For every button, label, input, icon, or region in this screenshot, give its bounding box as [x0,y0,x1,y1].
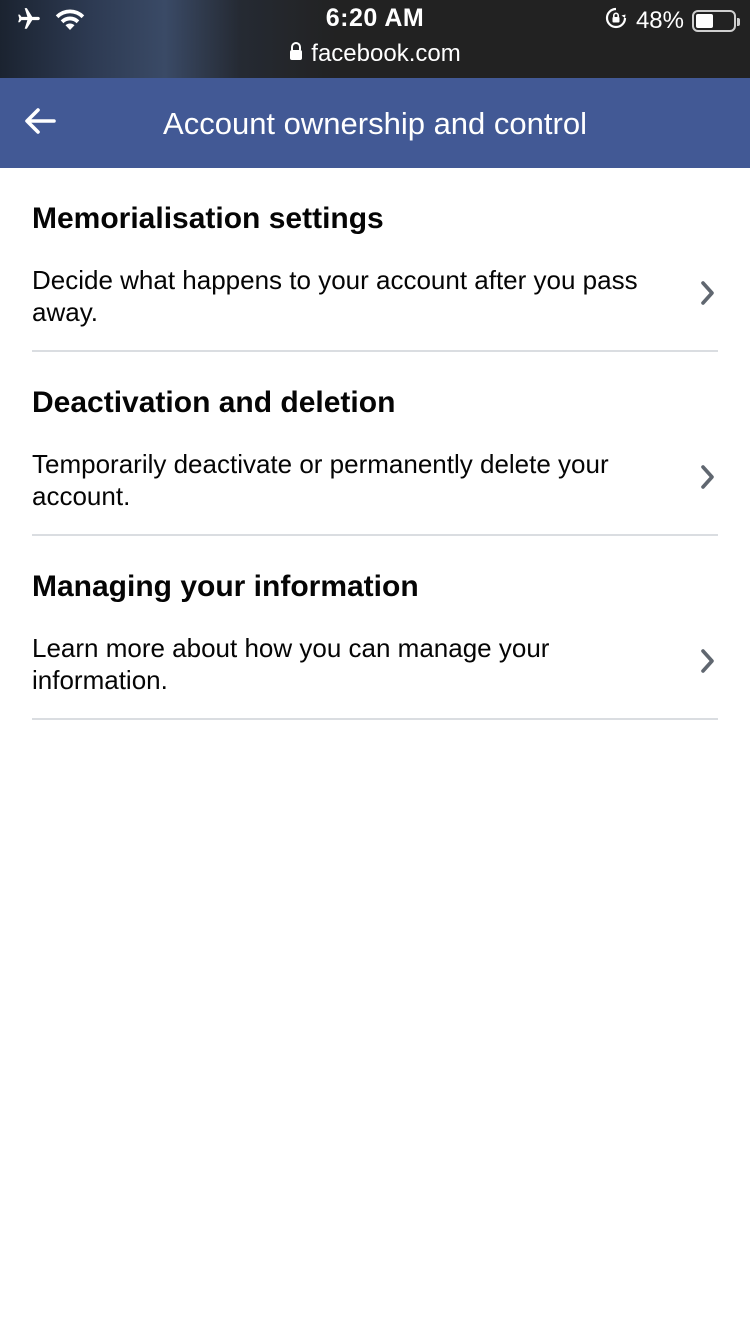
battery-icon [692,10,740,32]
battery-nub [737,18,740,26]
settings-list: Memorialisation settings Decide what hap… [32,168,718,720]
battery-percent: 48% [635,7,684,34]
chevron-right-icon [698,646,718,676]
item-description: Temporarily deactivate or permanently de… [32,449,609,511]
url-bar[interactable]: facebook.com [0,38,750,70]
status-right-icons: 48% [604,6,740,37]
page-title: Account ownership and control [163,106,587,141]
list-item-managing-information[interactable]: Managing your information Learn more abo… [32,536,718,720]
item-description: Learn more about how you can manage your… [32,633,550,695]
lock-icon [289,40,303,68]
page-header: Account ownership and control [0,78,750,168]
item-title: Managing your information [32,570,419,603]
list-item-deactivation[interactable]: Deactivation and deletion Temporarily de… [32,352,718,536]
status-bar: 6:20 AM 48% facebook.com [0,0,750,78]
orientation-lock-icon [604,6,628,37]
item-title: Deactivation and deletion [32,386,396,419]
item-title: Memorialisation settings [32,202,384,235]
chevron-right-icon [698,278,718,308]
list-item-memorialisation[interactable]: Memorialisation settings Decide what hap… [32,168,718,352]
item-description: Decide what happens to your account afte… [32,265,638,327]
battery-fill [696,14,714,28]
chevron-right-icon [698,462,718,492]
url-text: facebook.com [311,40,461,67]
